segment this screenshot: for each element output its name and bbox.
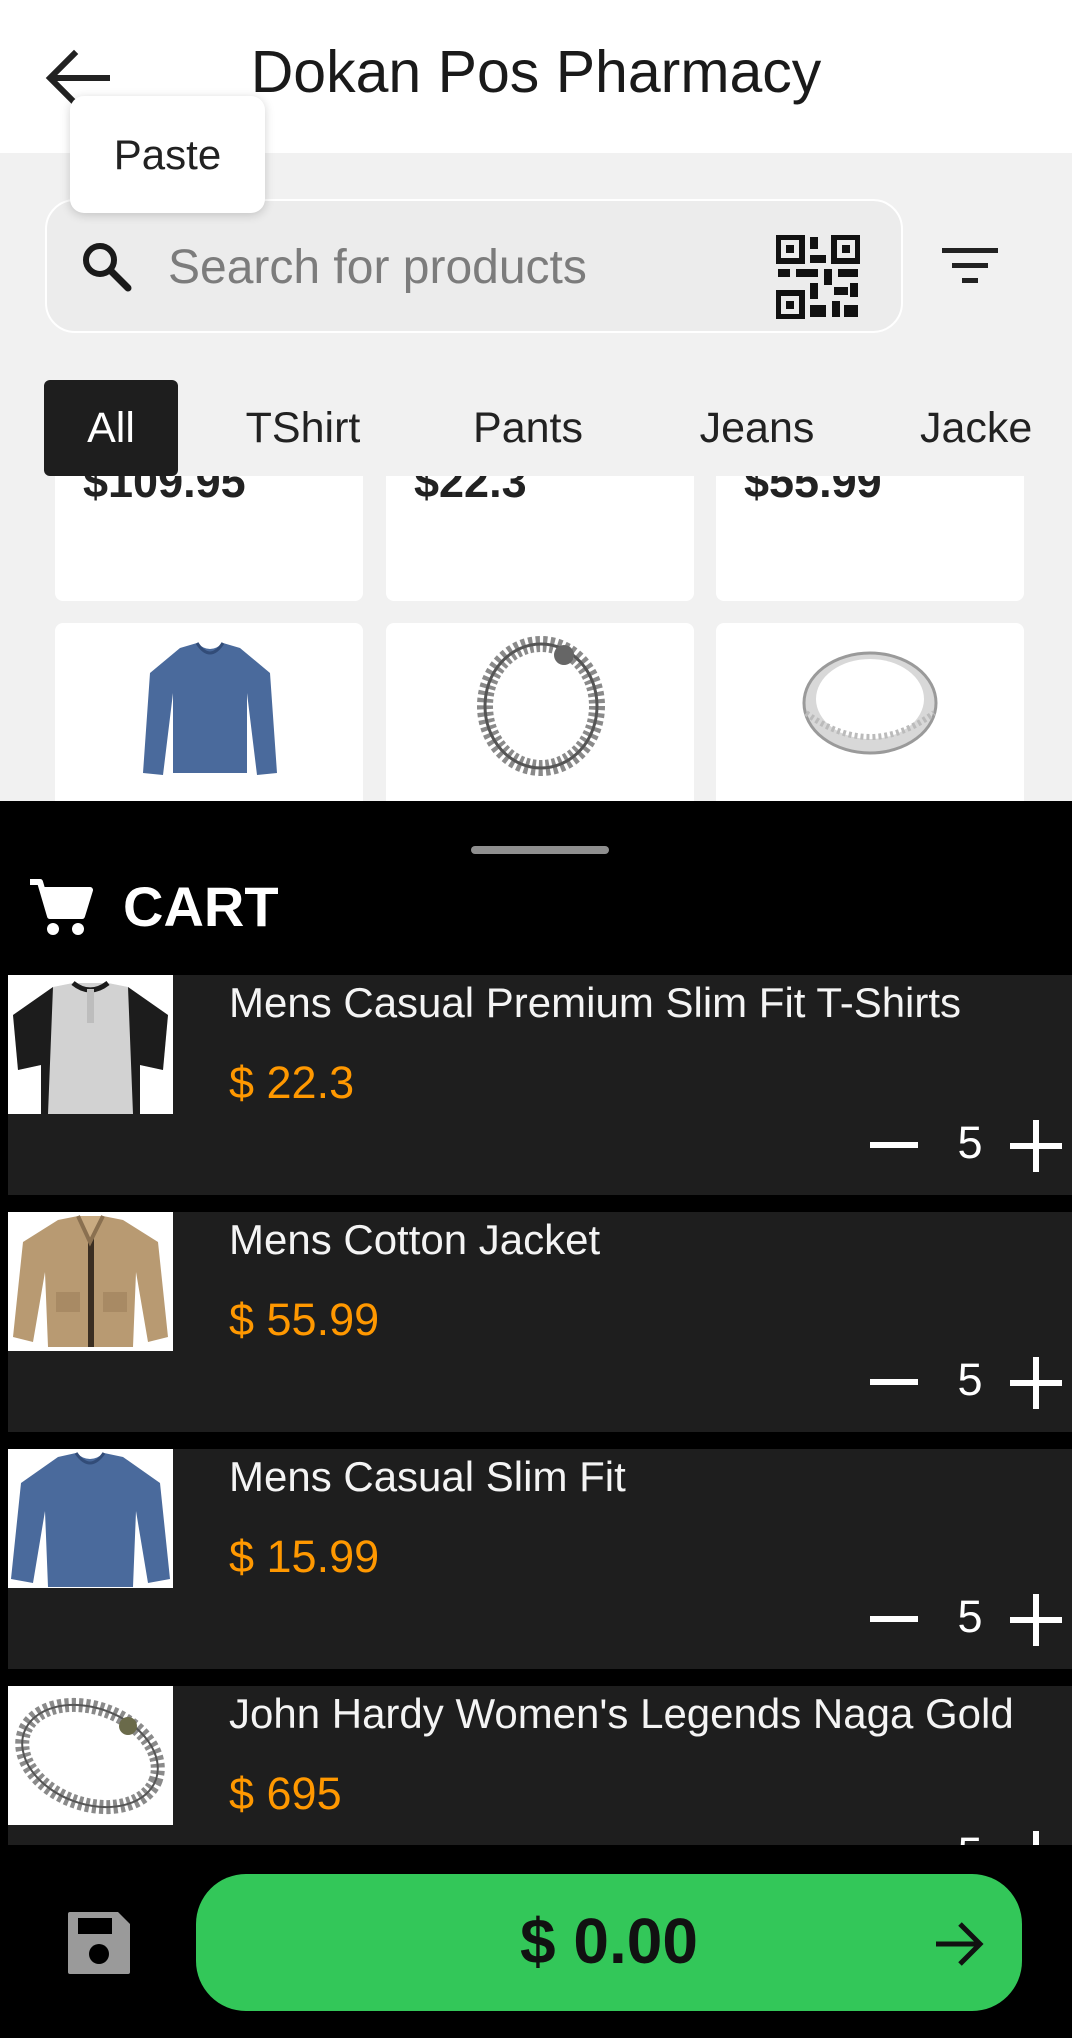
jacket-thumbnail	[8, 1212, 173, 1351]
decrease-quantity-icon[interactable]	[868, 1836, 920, 1845]
decrease-quantity-icon[interactable]	[868, 1125, 920, 1165]
decrease-quantity-icon[interactable]	[868, 1599, 920, 1639]
arrow-forward-icon	[936, 1922, 984, 1966]
cart-item-quantity: 5	[950, 1828, 990, 1845]
category-chip-tshirt[interactable]: TShirt	[230, 380, 376, 476]
ring-image	[802, 651, 938, 755]
increase-quantity-icon[interactable]	[1008, 1829, 1064, 1845]
cart-item-name: John Hardy Women's Legends Naga Gold	[229, 1690, 1014, 1737]
search-icon	[83, 243, 132, 292]
cart-item: Mens Casual Slim Fit $ 15.99 5	[8, 1449, 1072, 1669]
shopping-cart-icon	[30, 879, 93, 935]
checkout-button[interactable]: $ 0.00	[196, 1874, 1022, 2011]
tshirt-thumbnail	[8, 975, 173, 1114]
product-price: $55.99	[744, 476, 882, 507]
cart-item: John Hardy Women's Legends Naga Gold $ 6…	[8, 1686, 1072, 1845]
search-input[interactable]	[168, 232, 748, 302]
save-icon[interactable]	[64, 1908, 134, 1978]
bracelet-thumbnail	[8, 1686, 173, 1825]
category-chip-pants[interactable]: Pants	[458, 380, 598, 476]
product-grid: $109.95 $22.3 $55.99	[0, 476, 1072, 801]
cart-item-quantity: 5	[957, 1117, 983, 1168]
cart-item-name: Mens Casual Premium Slim Fit T-Shirts	[229, 979, 962, 1026]
drag-handle[interactable]	[471, 846, 609, 854]
decrease-quantity-icon[interactable]	[868, 1362, 920, 1402]
cart-title: CART	[123, 875, 279, 938]
cart-item-quantity: 5	[957, 1591, 983, 1642]
category-chip-all[interactable]: All	[44, 380, 178, 476]
filter-icon[interactable]	[940, 244, 1000, 288]
product-card[interactable]: $55.99	[716, 476, 1024, 601]
blue-shirt-image	[143, 642, 277, 775]
cart-total: $ 0.00	[520, 1905, 698, 1977]
product-card[interactable]	[55, 623, 363, 801]
cart-item-price: $ 55.99	[229, 1294, 380, 1345]
product-price: $109.95	[83, 476, 246, 507]
product-card[interactable]	[716, 623, 1024, 801]
cart-item-name: Mens Casual Slim Fit	[229, 1453, 626, 1500]
paste-menu-item[interactable]: Paste	[70, 96, 265, 213]
qr-code-scan-icon[interactable]	[776, 235, 860, 319]
product-card[interactable]: $22.3	[386, 476, 694, 601]
increase-quantity-icon[interactable]	[1008, 1592, 1064, 1648]
category-chip-jeans[interactable]: Jeans	[684, 380, 830, 476]
cart-item-price: $ 22.3	[229, 1057, 355, 1108]
product-card[interactable]	[386, 623, 694, 801]
cart-item: Mens Cotton Jacket $ 55.99 5	[8, 1212, 1072, 1432]
cart-item-name: Mens Cotton Jacket	[229, 1216, 601, 1263]
bracelet-image	[477, 636, 605, 776]
increase-quantity-icon[interactable]	[1008, 1118, 1064, 1174]
cart-item: Mens Casual Premium Slim Fit T-Shirts $ …	[8, 975, 1072, 1195]
cart-item-quantity: 5	[957, 1354, 983, 1405]
blue-shirt-thumbnail	[8, 1449, 173, 1588]
increase-quantity-icon[interactable]	[1008, 1355, 1064, 1411]
category-tabs: All TShirt Pants Jeans Jacke	[0, 370, 1035, 486]
cart-item-price: $ 695	[229, 1768, 342, 1819]
category-chip-jackets[interactable]: Jacke	[920, 380, 1035, 476]
product-price: $22.3	[414, 476, 527, 507]
product-card[interactable]: $109.95	[55, 476, 363, 601]
cart-item-price: $ 15.99	[229, 1531, 380, 1582]
cart-items-list: Mens Casual Premium Slim Fit T-Shirts $ …	[0, 975, 1072, 1845]
